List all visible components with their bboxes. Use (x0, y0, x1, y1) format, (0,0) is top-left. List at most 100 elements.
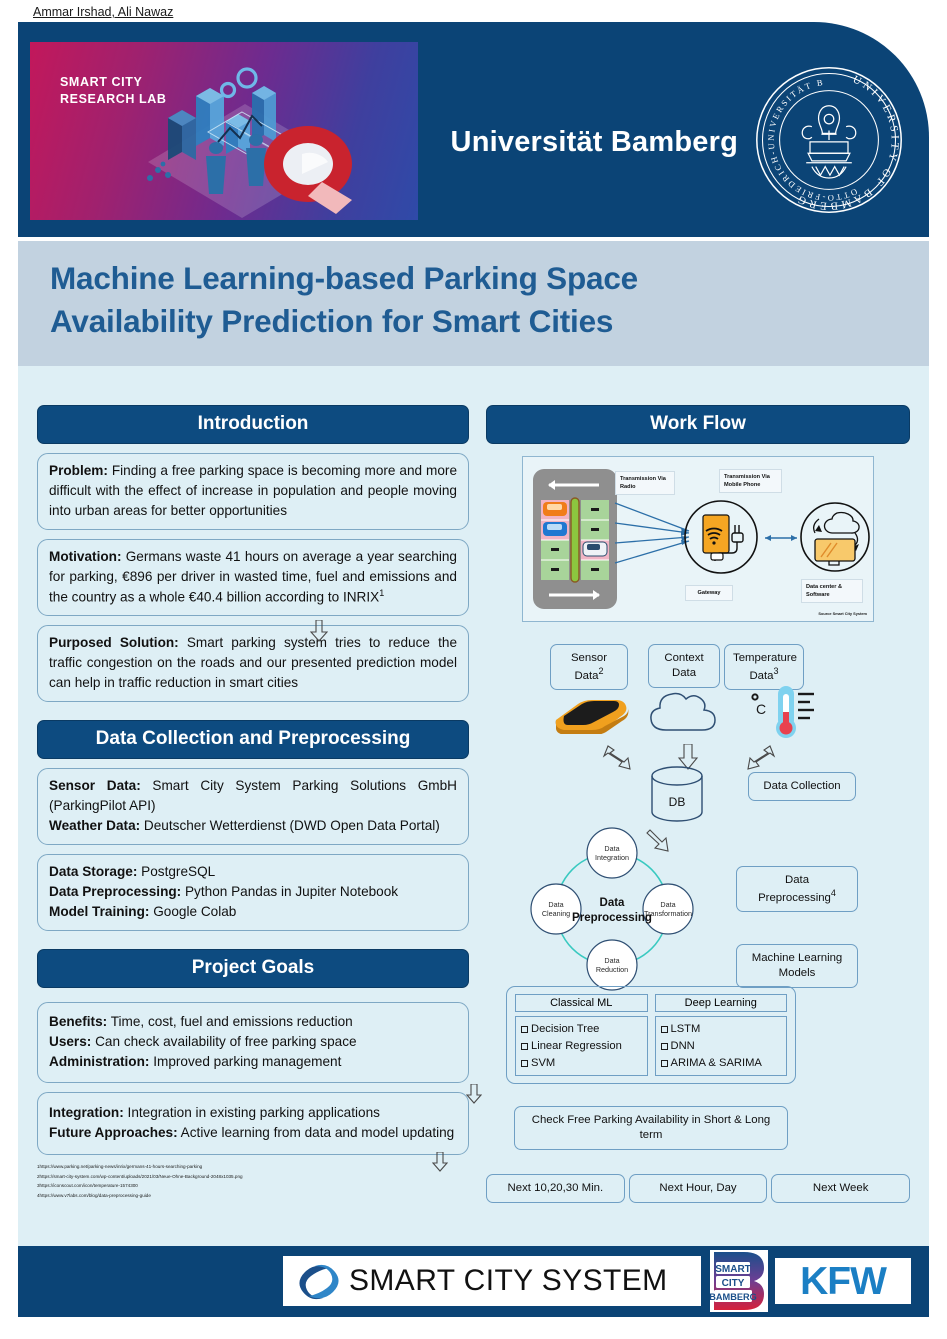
box-next-week: Next Week (771, 1174, 911, 1203)
classical-ml-title: Classical ML (515, 994, 648, 1012)
checkbox-dnn[interactable] (660, 1042, 668, 1050)
future-approaches-text: Active learning from data and model upda… (177, 1124, 455, 1140)
reference-3: 3https://iconscout.com/icon/temperature-… (37, 1183, 138, 1189)
svg-text:OTTO-FRIEDRICH-UNIVERSITÄT BAM: OTTO-FRIEDRICH-UNIVERSITÄT BAMBERG (753, 64, 859, 203)
goals-card-benefits: Benefits: Time, cost, fuel and emissions… (37, 1002, 469, 1083)
weather-data-label: Weather Data: (49, 818, 141, 834)
checkbox-lstm[interactable] (660, 1026, 668, 1033)
box-next-hour-day: Next Hour, Day (628, 1174, 768, 1203)
model-svm-label: SVM (531, 1056, 556, 1069)
deep-learning-list: LSTM DNN ARIMA & SARIMA (654, 1016, 787, 1077)
models-container: Classical ML Decision Tree Linear Regres… (466, 986, 910, 1105)
benefits-label: Benefits: (49, 1014, 108, 1030)
title-line1: Machine Learning-based Parking Space (50, 260, 638, 296)
model-training-text: Google Colab (149, 904, 237, 920)
smart-parking-system-diagram: Transmission Via Radio Transmission Via … (522, 456, 874, 622)
box-context-data: Context Data (648, 644, 720, 688)
preprocessing-row: Data Integration Data Transformation Data R… (486, 826, 910, 994)
section-header-data-collection: Data Collection and Preprocessing (37, 720, 469, 760)
checkbox-svm[interactable] (521, 1059, 528, 1067)
label-transmission-radio: Transmission Via Radio (615, 471, 675, 496)
future-approaches-label: Future Approaches: (49, 1124, 178, 1140)
model-decision-tree: Decision Tree (521, 1021, 642, 1038)
arrow-down-to-sources (310, 620, 328, 642)
model-dnn: DNN (660, 1038, 782, 1055)
authors: Ammar Irshad, Ali Nawaz (33, 5, 174, 19)
svg-text:SMART: SMART (715, 1264, 751, 1275)
data-preprocessing-box-sup: 4 (830, 887, 836, 898)
data-preprocessing-box-label: Data Preprocessing (758, 874, 831, 904)
svg-text:Data: Data (660, 900, 675, 909)
model-svm: SVM (521, 1055, 642, 1072)
model-decision-tree-label: Decision Tree (531, 1023, 600, 1035)
model-dnn-label: DNN (670, 1039, 695, 1052)
intro-motivation-label: Motivation: (49, 548, 122, 564)
lab-name: SMART CITY RESEARCH LAB (60, 74, 167, 108)
label-data-center: Data center & Software (801, 579, 863, 604)
administration-label: Administration: (49, 1054, 150, 1069)
svg-text:Preprocessing: Preprocessing (572, 912, 652, 924)
data-storage-text: PostgreSQL (137, 864, 216, 880)
svg-text:Integration: Integration (595, 853, 629, 862)
smart-city-system-label: SMART CITY SYSTEM (349, 1264, 668, 1297)
administration-text: Improved parking management (149, 1054, 342, 1069)
poster-footer: SMART CITY SYSTEM SMART CITY BAMBERG KFW (18, 1246, 929, 1317)
sensor-data-box-sup: 2 (598, 665, 604, 676)
weather-data-text: Deutscher Wetterdienst (DWD Open Data Po… (140, 818, 440, 834)
box-data-collection: Data Collection (748, 772, 856, 801)
checkbox-decision-tree[interactable] (521, 1026, 528, 1033)
title-line2: Availability Prediction for Smart Cities (50, 302, 614, 339)
intro-problem-label: Problem: (49, 463, 108, 478)
intro-problem-text: Finding a free parking space is becoming… (49, 463, 457, 518)
intro-card-motivation: Motivation: Germans waste 41 hours on av… (37, 538, 469, 617)
intro-motivation-footnote-ref: 1 (379, 587, 385, 598)
intro-solution-label: Purposed Solution: (49, 635, 179, 651)
svg-text:Data: Data (604, 844, 619, 853)
classical-ml-list: Decision Tree Linear Regression SVM (515, 1016, 648, 1077)
smart-city-system-mark-icon (299, 1264, 339, 1300)
sensor-data-label: Sensor Data: (49, 778, 141, 794)
model-lstm: LSTM (660, 1021, 782, 1038)
cloud-icon (650, 692, 716, 731)
university-seal-icon: UNIVERSITY OF BAMBERG OTTO-FRIEDRICH-UNI… (753, 64, 902, 213)
arrow-down-to-check (466, 1084, 482, 1105)
reference-1: 1https://www.parking.net/parking-news/in… (37, 1163, 203, 1169)
model-linear-regression: Linear Regression (521, 1038, 642, 1055)
logo-smart-city-bamberg: SMART CITY BAMBERG (710, 1250, 768, 1312)
goals-card-future: Integration: Integration in existing par… (37, 1091, 469, 1155)
integration-label: Integration: (49, 1104, 124, 1120)
right-column: Work Flow Transmission Via Radio Transmi… (310, 405, 911, 1203)
users-text: Can check availability of free parking s… (91, 1034, 357, 1050)
svg-text:Data: Data (600, 897, 626, 909)
kfw-label: KFW (800, 1259, 887, 1303)
data-center-icon (800, 502, 870, 572)
section-header-introduction: Introduction (37, 405, 469, 444)
models-panel: Classical ML Decision Tree Linear Regres… (506, 986, 796, 1085)
svg-text:BAMBERG: BAMBERG (710, 1292, 757, 1302)
label-transmission-mobile: Transmission Via Mobile Phone (719, 469, 782, 494)
title-band: Machine Learning-based Parking Space Ava… (18, 241, 929, 366)
parking-lot-illustration (533, 469, 617, 609)
intro-card-problem: Problem: Finding a free parking space is… (37, 453, 469, 530)
intro-card-solution: Purposed Solution: Smart parking system … (37, 625, 469, 703)
svg-text:C: C (756, 701, 766, 717)
left-column: Introduction Problem: Finding a free par… (37, 405, 469, 1200)
box-next-minutes: Next 10,20,30 Min. (486, 1174, 625, 1203)
users-label: Users: (49, 1034, 92, 1050)
checkbox-arima-sarima[interactable] (660, 1059, 668, 1067)
horizon-row: Next 10,20,30 Min. Next Hour, Day Next W… (486, 1174, 911, 1203)
data-preprocessing-text: Python Pandas in Jupiter Notebook (181, 884, 399, 900)
benefits-text: Time, cost, fuel and emissions reduction (107, 1014, 353, 1030)
logo-smart-city-system: SMART CITY SYSTEM (283, 1256, 701, 1306)
workflow-diagram: Transmission Via Radio Transmission Via … (310, 456, 910, 642)
isometric-analytics-illustration (147, 67, 352, 218)
integration-text: Integration in existing parking applicat… (123, 1104, 380, 1120)
box-check-availability: Check Free Parking Availability in Short… (514, 1106, 788, 1151)
reference-4: 4https://www.v7labs.com/blog/data-prepro… (37, 1192, 151, 1198)
database-cylinder-icon: DB (651, 766, 703, 822)
gateway-icon (684, 500, 758, 574)
reference-2: 2https://smart-city-system.com/wp-conten… (37, 1173, 243, 1179)
checkbox-linear-regression[interactable] (521, 1042, 528, 1050)
smart-city-bamberg-mark-icon: SMART CITY BAMBERG (710, 1252, 764, 1310)
temperature-data-box-label: Temperature Data (733, 652, 797, 682)
